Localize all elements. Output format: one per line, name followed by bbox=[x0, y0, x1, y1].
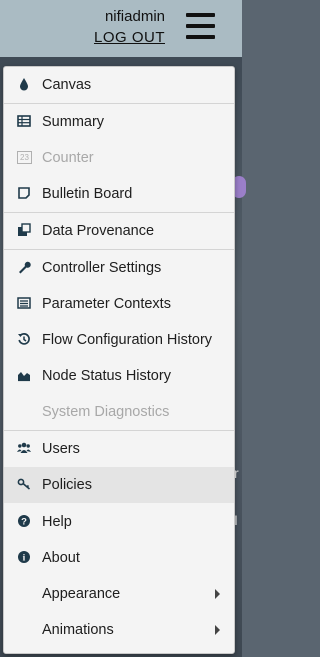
svg-text:?: ? bbox=[21, 517, 27, 528]
menu-item-label: Parameter Contexts bbox=[42, 296, 171, 312]
menu-item-about[interactable]: i About bbox=[4, 540, 234, 576]
submenu-arrow-icon bbox=[215, 625, 220, 635]
menu-item-users[interactable]: Users bbox=[4, 431, 234, 467]
menu-item-data-provenance[interactable]: Data Provenance bbox=[4, 213, 234, 249]
menu-item-label: Controller Settings bbox=[42, 260, 162, 276]
menu-item-label: Help bbox=[42, 514, 72, 530]
menu-item-policies[interactable]: Policies bbox=[4, 467, 234, 503]
table-icon bbox=[17, 115, 31, 127]
header-bar: nifiadmin LOG OUT bbox=[0, 0, 242, 57]
users-icon bbox=[17, 442, 31, 453]
menu-item-label: Appearance bbox=[42, 586, 121, 602]
drop-icon bbox=[20, 78, 28, 91]
key-icon bbox=[17, 478, 31, 490]
menu-item-bulletin-board[interactable]: Bulletin Board bbox=[4, 176, 234, 212]
submenu-arrow-icon bbox=[215, 589, 220, 599]
menu-item-animations[interactable]: Animations bbox=[4, 612, 234, 648]
current-user: nifiadmin bbox=[104, 8, 165, 25]
wrench-icon bbox=[19, 261, 31, 274]
menu-item-label: Users bbox=[42, 441, 80, 457]
menu-item-appearance[interactable]: Appearance bbox=[4, 576, 234, 612]
question-circle-icon: ? bbox=[18, 515, 30, 528]
menu-item-label: Counter bbox=[42, 150, 94, 166]
area-chart-icon bbox=[18, 372, 30, 382]
sticky-note-icon bbox=[18, 187, 30, 199]
menu-item-label: Policies bbox=[42, 477, 92, 493]
menu-item-parameter-contexts[interactable]: Parameter Contexts bbox=[4, 286, 234, 322]
menu-item-label: Node Status History bbox=[42, 368, 171, 384]
menu-item-label: System Diagnostics bbox=[42, 404, 170, 420]
menu-item-label: Bulletin Board bbox=[42, 186, 133, 202]
global-menu: Canvas Summary 23 Counter Bulletin Board… bbox=[3, 66, 235, 654]
svg-text:i: i bbox=[23, 554, 26, 564]
menu-item-flow-configuration-history[interactable]: Flow Configuration History bbox=[4, 322, 234, 358]
menu-item-label: Summary bbox=[42, 114, 105, 130]
menu-item-label: Animations bbox=[42, 622, 114, 638]
history-icon bbox=[18, 333, 30, 345]
menu-item-label: Canvas bbox=[42, 77, 92, 93]
menu-item-system-diagnostics[interactable]: System Diagnostics bbox=[4, 394, 234, 430]
menu-item-help[interactable]: ? Help bbox=[4, 504, 234, 540]
menu-item-label: About bbox=[42, 550, 80, 566]
menu-item-label: Flow Configuration History bbox=[42, 332, 213, 348]
list-icon bbox=[17, 297, 31, 309]
menu-item-summary[interactable]: Summary bbox=[4, 104, 234, 140]
menu-item-canvas[interactable]: Canvas bbox=[4, 67, 234, 103]
hamburger-menu-icon[interactable] bbox=[186, 13, 215, 39]
menu-item-counter[interactable]: 23 Counter bbox=[4, 140, 234, 176]
menu-item-node-status-history[interactable]: Node Status History bbox=[4, 358, 234, 394]
counter-icon: 23 bbox=[17, 151, 32, 164]
menu-item-controller-settings[interactable]: Controller Settings bbox=[4, 250, 234, 286]
info-circle-icon: i bbox=[18, 551, 30, 564]
provenance-icon bbox=[18, 223, 31, 236]
menu-item-label: Data Provenance bbox=[42, 223, 155, 239]
logout-link[interactable]: LOG OUT bbox=[94, 29, 165, 46]
